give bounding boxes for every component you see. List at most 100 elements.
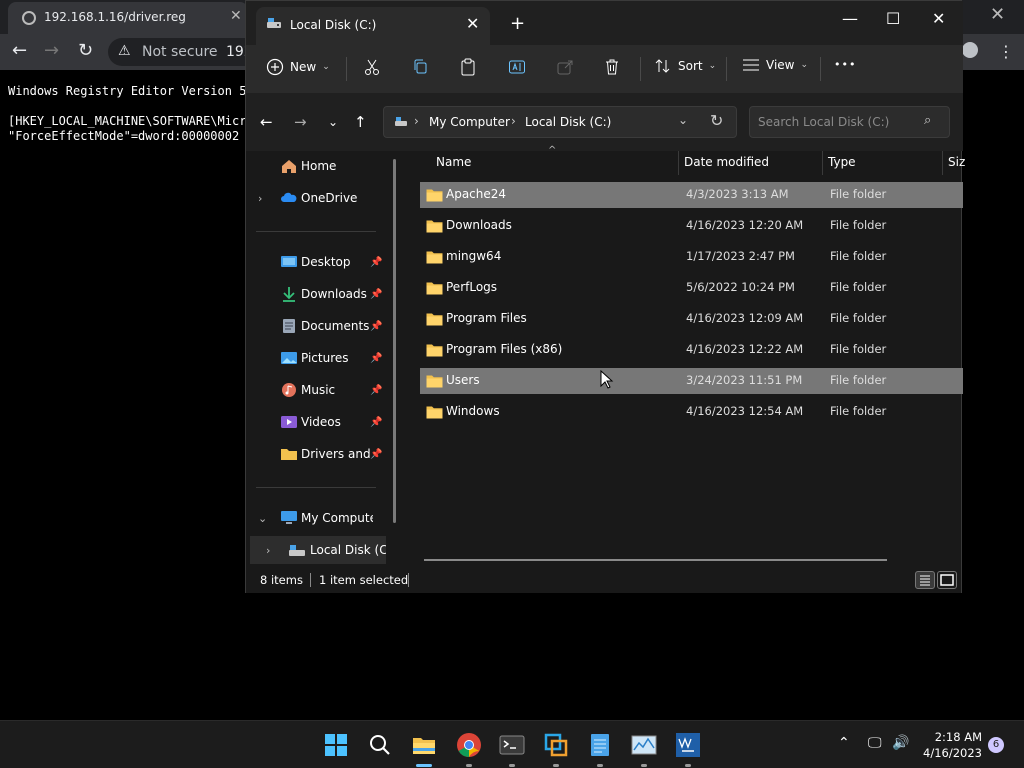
search-icon[interactable] — [366, 731, 394, 759]
folder-icon — [426, 406, 443, 419]
cut-button[interactable] — [364, 58, 380, 76]
notification-badge[interactable]: 6 — [988, 737, 1004, 753]
nav-item-downloads[interactable]: Downloads 📌 — [246, 280, 398, 308]
share-button[interactable] — [556, 58, 574, 76]
profile-avatar-icon[interactable] — [962, 42, 978, 58]
refresh-icon[interactable]: ↻ — [710, 111, 723, 130]
address-dropdown-icon[interactable]: ⌄ — [678, 113, 688, 127]
column-divider[interactable] — [942, 151, 943, 175]
browser-tab[interactable]: 192.168.1.16/driver.reg ✕ — [8, 2, 248, 34]
nav-item-local-disk[interactable]: › Local Disk (C:) — [250, 536, 386, 564]
chevron-down-icon: ⌄ — [708, 61, 717, 71]
windbg-icon[interactable] — [674, 731, 702, 759]
clock-date: 4/16/2023 — [923, 746, 982, 760]
system-clock[interactable]: 2:18 AM 4/16/2023 — [920, 729, 982, 761]
view-button[interactable]: View ⌄ — [742, 58, 808, 72]
minimize-icon[interactable]: — — [842, 9, 858, 28]
nav-item-documents[interactable]: Documents 📌 — [246, 312, 398, 340]
table-row[interactable]: Users 3/24/2023 11:51 PM File folder — [420, 368, 963, 394]
table-row[interactable]: mingw64 1/17/2023 2:47 PM File folder — [420, 244, 963, 270]
column-header-date[interactable]: Date modified — [684, 155, 769, 179]
show-hidden-icons-icon[interactable]: ⌃ — [838, 735, 850, 751]
nav-item-label: Local Disk (C:) — [310, 543, 386, 557]
new-tab-button[interactable]: + — [510, 13, 525, 34]
virtual-machine-icon[interactable] — [542, 731, 570, 759]
column-divider[interactable] — [822, 151, 823, 175]
more-options-icon[interactable]: ••• — [834, 58, 856, 71]
network-icon[interactable]: 🖵 — [868, 735, 882, 751]
omnibox[interactable]: ⚠ Not secure 192 — [108, 38, 268, 66]
delete-button[interactable] — [604, 58, 620, 76]
pin-icon[interactable]: 📌 — [370, 417, 382, 428]
expand-chevron-icon[interactable]: › — [258, 192, 262, 205]
new-button[interactable]: New ⌄ — [266, 58, 330, 76]
notepad-icon[interactable] — [586, 731, 614, 759]
file-explorer-icon[interactable] — [410, 731, 438, 759]
search-icon[interactable]: ⌕ — [924, 113, 931, 128]
nav-scrollbar[interactable] — [393, 159, 396, 523]
copy-button[interactable] — [412, 58, 428, 76]
table-row[interactable]: Downloads 4/16/2023 12:20 AM File folder — [420, 213, 963, 239]
table-row[interactable]: Program Files 4/16/2023 12:09 AM File fold… — [420, 306, 963, 332]
column-divider[interactable] — [678, 151, 679, 175]
tiles-view-button[interactable] — [937, 571, 957, 589]
nav-item-music[interactable]: Music 📌 — [246, 376, 398, 404]
collapse-chevron-icon[interactable]: ⌄ — [258, 512, 267, 525]
up-arrow-icon[interactable]: ↑ — [354, 113, 367, 131]
expand-chevron-icon[interactable]: › — [266, 544, 270, 557]
recent-locations-chevron-icon[interactable]: ⌄ — [328, 115, 338, 129]
browser-tab-close-icon[interactable]: ✕ — [230, 8, 242, 24]
nav-item-onedrive[interactable]: › OneDrive — [246, 184, 398, 212]
search-box[interactable]: ⌕ — [749, 106, 950, 138]
table-row[interactable]: PerfLogs 5/6/2022 10:24 PM File folder — [420, 275, 963, 301]
resource-monitor-icon[interactable] — [630, 731, 658, 759]
column-header-name[interactable]: Name — [436, 155, 471, 179]
rename-button[interactable] — [508, 58, 526, 76]
search-input[interactable] — [750, 107, 920, 137]
reload-icon[interactable]: ↻ — [78, 40, 93, 61]
sort-button[interactable]: Sort ⌄ — [654, 58, 716, 74]
table-row[interactable]: Windows 4/16/2023 12:54 AM File folder — [420, 399, 963, 425]
volume-icon[interactable]: 🔊 — [892, 735, 909, 751]
column-header-type[interactable]: Type — [828, 155, 856, 179]
breadcrumb-local-disk[interactable]: Local Disk (C:) — [525, 115, 611, 129]
close-icon[interactable]: ✕ — [932, 9, 945, 28]
nav-item-desktop[interactable]: Desktop 📌 — [246, 248, 398, 276]
paste-button[interactable] — [460, 58, 476, 76]
column-header-size[interactable]: Siz — [948, 155, 965, 179]
table-row[interactable]: Program Files (x86) 4/16/2023 12:22 AM Fil… — [420, 337, 963, 363]
clipboard-icon — [461, 58, 475, 76]
maximize-icon[interactable]: ☐ — [886, 9, 900, 28]
nav-item-drivers[interactable]: Drivers and P 📌 — [246, 440, 398, 468]
explorer-tab[interactable]: Local Disk (C:) ✕ — [256, 7, 490, 45]
details-view-button[interactable] — [915, 571, 935, 589]
file-date: 4/3/2023 3:13 AM — [686, 187, 789, 201]
pin-icon[interactable]: 📌 — [370, 385, 382, 396]
pin-icon[interactable]: 📌 — [370, 449, 382, 460]
pin-icon[interactable]: 📌 — [370, 257, 382, 268]
forward-arrow-icon[interactable]: → — [44, 40, 59, 61]
explorer-tab-close-icon[interactable]: ✕ — [466, 14, 479, 33]
nav-item-label: OneDrive — [301, 191, 358, 205]
file-name: mingw64 — [446, 249, 502, 263]
pin-icon[interactable]: 📌 — [370, 321, 382, 332]
pin-icon[interactable]: 📌 — [370, 353, 382, 364]
back-arrow-icon[interactable]: ← — [260, 113, 273, 131]
terminal-icon[interactable] — [498, 731, 526, 759]
nav-item-videos[interactable]: Videos 📌 — [246, 408, 398, 436]
forward-arrow-icon[interactable]: → — [294, 113, 307, 131]
chrome-icon[interactable] — [455, 731, 483, 759]
browser-close-icon[interactable]: ✕ — [990, 4, 1005, 25]
table-row[interactable]: Apache24 4/3/2023 3:13 AM File folder — [420, 182, 963, 208]
nav-item-home[interactable]: Home — [246, 152, 398, 180]
file-name: Apache24 — [446, 187, 507, 201]
nav-item-my-computer[interactable]: ⌄ My Computer — [246, 504, 398, 532]
back-arrow-icon[interactable]: ← — [12, 40, 27, 61]
horizontal-scrollbar[interactable] — [424, 559, 887, 561]
address-bar[interactable]: › My Computer › Local Disk (C:) ⌄ ↻ — [383, 106, 737, 138]
windows-start-icon[interactable] — [322, 731, 350, 759]
nav-item-pictures[interactable]: Pictures 📌 — [246, 344, 398, 372]
pin-icon[interactable]: 📌 — [370, 289, 382, 300]
breadcrumb-my-computer[interactable]: My Computer — [429, 115, 510, 129]
kebab-menu-icon[interactable]: ⋮ — [998, 42, 1014, 61]
